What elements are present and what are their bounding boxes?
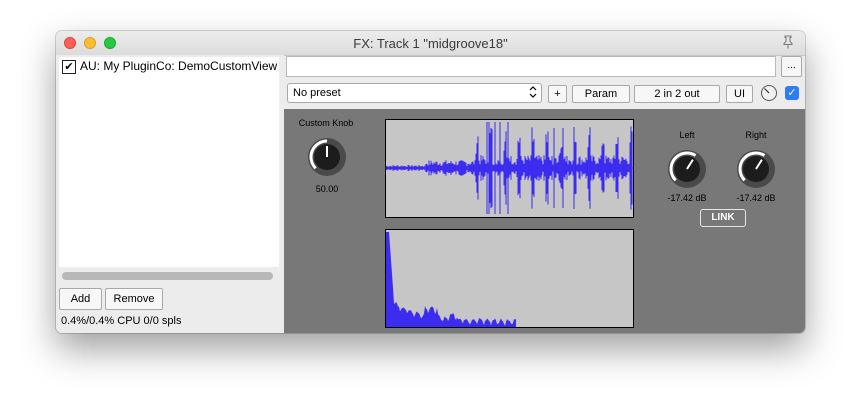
remove-button[interactable]: Remove <box>105 288 163 310</box>
ui-button[interactable]: UI <box>726 85 753 103</box>
custom-knob-value: 50.00 <box>315 184 339 194</box>
left-value: -17.42 dB <box>667 193 707 203</box>
param-button[interactable]: Param <box>572 85 630 103</box>
plugin-view: Custom Knob 50.00 Left -17.42 dB Right -… <box>284 109 805 333</box>
waveform-display <box>385 119 634 218</box>
left-label: Left <box>679 130 695 140</box>
fx-name: AU: My PluginCo: DemoCustomView <box>80 59 278 73</box>
fx-window: FX: Track 1 "midgroove18" ✔ AU: My Plugi… <box>56 31 805 333</box>
cpu-status: 0.4%/0.4% CPU 0/0 spls <box>61 315 182 327</box>
window-title: FX: Track 1 "midgroove18" <box>353 36 508 51</box>
title-bar: FX: Track 1 "midgroove18" <box>56 31 805 56</box>
link-button[interactable]: LINK <box>700 209 746 227</box>
io-button[interactable]: 2 in 2 out <box>634 85 720 103</box>
waveform-trace <box>385 122 633 214</box>
fx-list[interactable]: ✔ AU: My PluginCo: DemoCustomView <box>59 57 279 267</box>
right-knob[interactable] <box>736 149 776 189</box>
horizontal-scrollbar[interactable] <box>62 272 273 280</box>
fx-enabled-checkbox[interactable]: ✓ <box>785 86 799 100</box>
spectrum-display <box>385 229 634 328</box>
fx-enable-checkbox[interactable]: ✔ <box>62 60 76 74</box>
fx-detail-panel: ... No preset + Param 2 in 2 out UI ✓ Cu… <box>284 55 805 333</box>
custom-knob[interactable] <box>307 137 347 177</box>
custom-knob-label: Custom Knob <box>298 118 354 128</box>
right-value: -17.42 dB <box>736 193 776 203</box>
preset-value: No preset <box>293 87 341 99</box>
add-button[interactable]: Add <box>59 288 102 310</box>
add-preset-button[interactable]: + <box>548 85 567 103</box>
fx-name-field[interactable] <box>286 56 776 77</box>
spectrum-trace <box>386 232 516 327</box>
left-knob[interactable] <box>667 149 707 189</box>
preset-dropdown[interactable]: No preset <box>287 83 542 103</box>
more-button[interactable]: ... <box>781 56 802 77</box>
right-label: Right <box>745 130 767 140</box>
list-item[interactable]: ✔ AU: My PluginCo: DemoCustomView <box>59 57 279 75</box>
dropdown-arrows-icon <box>529 85 537 100</box>
pin-icon[interactable] <box>781 35 795 54</box>
wet-knob-icon[interactable] <box>760 84 778 107</box>
fx-chain-panel: ✔ AU: My PluginCo: DemoCustomView Add Re… <box>56 55 284 333</box>
